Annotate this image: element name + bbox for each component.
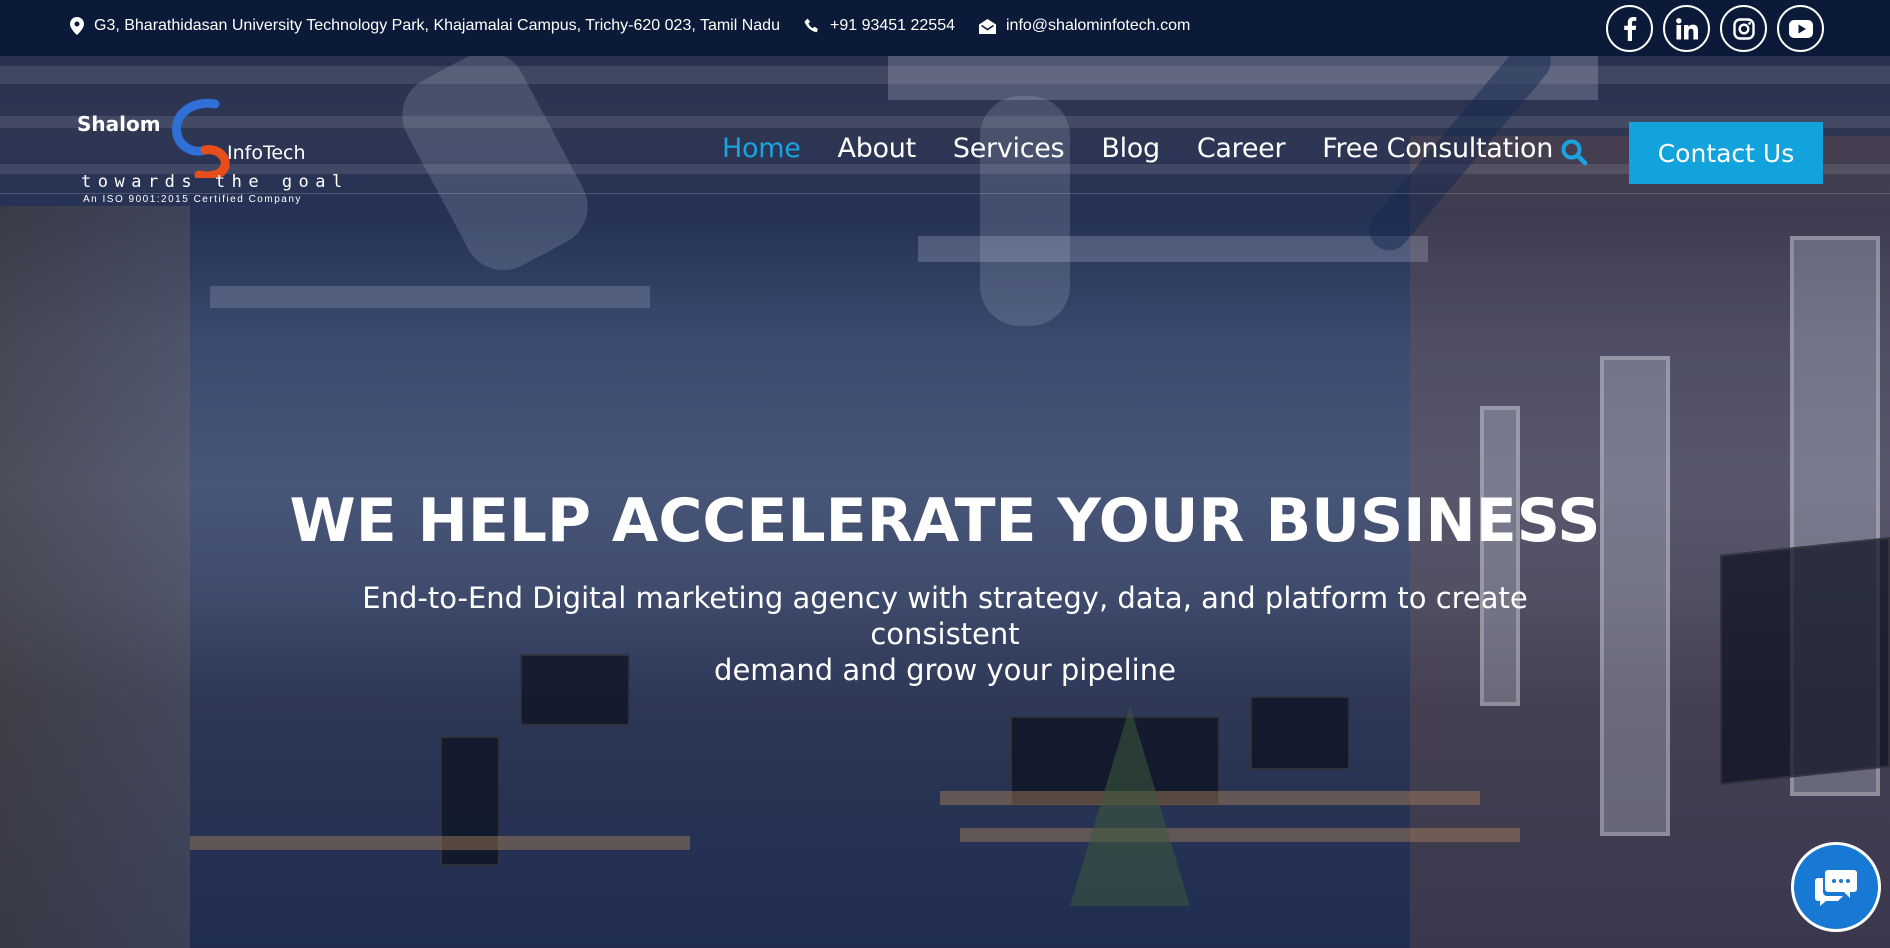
logo-certification: An ISO 9001:2015 Certified Company — [83, 194, 302, 205]
phone-icon — [804, 18, 818, 33]
desk — [960, 828, 1520, 842]
phone-item[interactable]: +91 93451 22554 — [804, 17, 955, 35]
nav-item-home[interactable]: Home — [722, 133, 801, 164]
window — [1600, 356, 1670, 836]
address-item: G3, Bharathidasan University Technology … — [70, 17, 780, 35]
hero-subtitle-line: demand and grow your pipeline — [714, 653, 1176, 687]
chat-icon — [1815, 870, 1857, 906]
nav-item-about[interactable]: About — [838, 133, 917, 164]
nav-item-free-consultation[interactable]: Free Consultation — [1322, 133, 1553, 164]
envelope-icon — [979, 18, 996, 34]
facebook-icon[interactable] — [1606, 5, 1653, 52]
top-info-bar: G3, Bharathidasan University Technology … — [0, 0, 1890, 56]
hero-subtitle-line: End-to-End Digital marketing agency with… — [362, 581, 1528, 651]
chat-widget-button[interactable] — [1791, 842, 1881, 932]
desk — [190, 836, 690, 850]
plant — [1070, 706, 1190, 906]
contact-us-button[interactable]: Contact Us — [1629, 122, 1823, 184]
contact-info: G3, Bharathidasan University Technology … — [70, 0, 1214, 52]
linkedin-icon[interactable] — [1663, 5, 1710, 52]
email-item[interactable]: info@shalominfotech.com — [979, 17, 1190, 35]
main-nav: Home About Services Blog Career Free Con… — [722, 133, 1590, 164]
monitor — [1720, 537, 1890, 785]
logo-brand-left: Shalom — [77, 112, 161, 136]
instagram-icon[interactable] — [1720, 5, 1767, 52]
social-links — [1606, 5, 1824, 52]
nav-item-career[interactable]: Career — [1197, 133, 1286, 164]
nav-item-services[interactable]: Services — [953, 133, 1065, 164]
hero-subtitle: End-to-End Digital marketing agency with… — [300, 580, 1590, 688]
youtube-icon[interactable] — [1777, 5, 1824, 52]
nav-item-blog[interactable]: Blog — [1101, 133, 1160, 164]
logo-swirl-icon — [172, 98, 230, 178]
logo-tagline: towards the goal — [81, 172, 349, 192]
desk — [940, 791, 1480, 805]
air-duct — [980, 96, 1070, 326]
hero-title: WE HELP ACCELERATE YOUR BUSINESS — [289, 486, 1601, 556]
location-icon — [70, 17, 84, 35]
background-wall — [0, 206, 190, 948]
ceiling-light — [210, 286, 650, 308]
address-text: G3, Bharathidasan University Technology … — [94, 17, 780, 34]
logo-brand-right: InfoTech — [227, 142, 306, 164]
company-logo[interactable]: Shalom InfoTech towards the goal An ISO … — [75, 98, 342, 208]
monitor — [1250, 696, 1350, 770]
email-text[interactable]: info@shalominfotech.com — [1006, 17, 1190, 35]
search-icon[interactable] — [1560, 138, 1588, 166]
phone-text[interactable]: +91 93451 22554 — [830, 17, 955, 35]
